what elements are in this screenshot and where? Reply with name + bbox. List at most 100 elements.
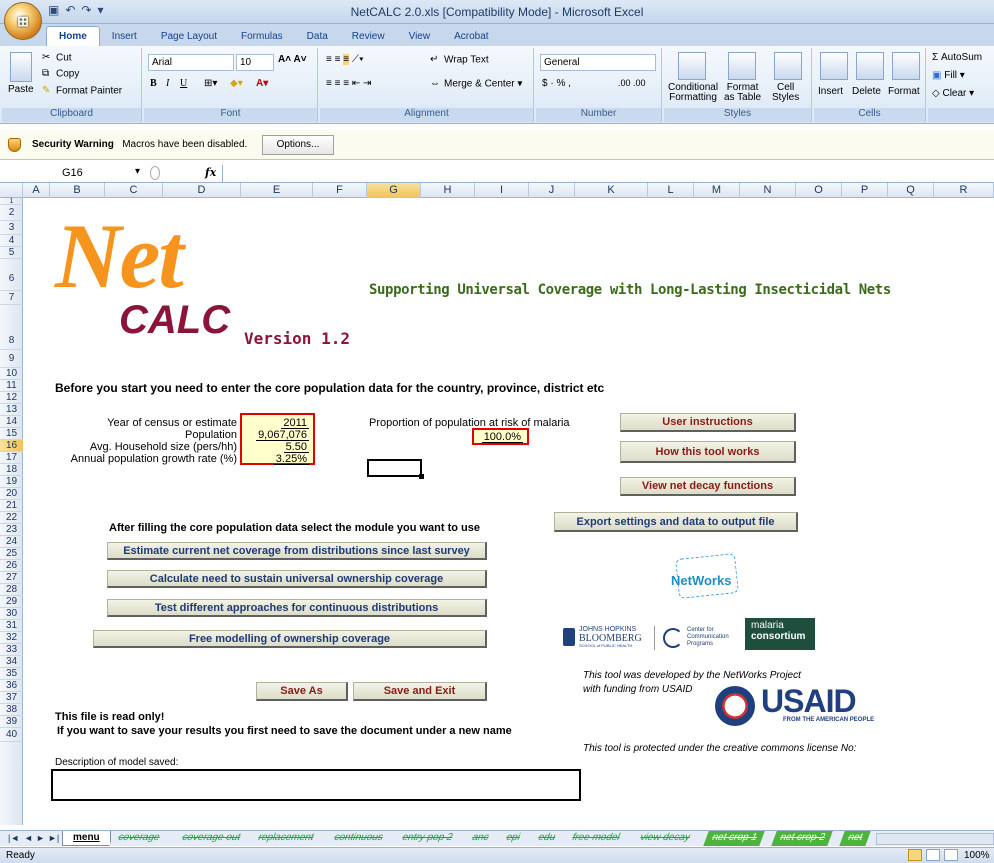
format-table-icon[interactable] xyxy=(728,52,756,80)
column-header[interactable]: H xyxy=(421,183,475,198)
household-value[interactable]: 5.50 xyxy=(283,441,309,453)
first-sheet-icon[interactable]: |◄ xyxy=(8,833,19,843)
cell-styles-icon[interactable] xyxy=(774,52,802,80)
tab-page-layout[interactable]: Page Layout xyxy=(149,27,229,46)
next-sheet-icon[interactable]: ► xyxy=(36,833,45,843)
row-header[interactable]: 27 xyxy=(0,572,23,584)
column-header[interactable]: D xyxy=(163,183,241,198)
risk-value[interactable]: 100.0% xyxy=(481,431,523,443)
row-header[interactable]: 24 xyxy=(0,536,23,548)
tab-acrobat[interactable]: Acrobat xyxy=(442,27,500,46)
borders-icon[interactable]: ⊞▾ xyxy=(204,78,217,89)
row-header[interactable]: 4 xyxy=(0,235,23,247)
name-box[interactable]: G16 xyxy=(38,166,148,182)
export-button[interactable]: Export settings and data to output file xyxy=(554,512,798,532)
row-header[interactable]: 28 xyxy=(0,584,23,596)
column-header[interactable]: B xyxy=(50,183,105,198)
view-decay-button[interactable]: View net decay functions xyxy=(620,477,796,496)
row-header[interactable]: 22 xyxy=(0,512,23,524)
row-header[interactable]: 6 xyxy=(0,259,23,291)
align-left-icon[interactable]: ≡ ≡ ≡ ⇤ ⇥ xyxy=(326,78,371,89)
growth-value[interactable]: 3.25% xyxy=(273,453,309,465)
conditional-formatting-icon[interactable] xyxy=(678,52,706,80)
align-top-icon[interactable]: ≡ ≡ ≡ ⟋▾ xyxy=(326,54,364,65)
row-header[interactable]: 39 xyxy=(0,716,23,728)
row-header[interactable]: 34 xyxy=(0,656,23,668)
tab-home[interactable]: Home xyxy=(46,26,100,46)
sheet-tab[interactable]: coverage xyxy=(109,831,168,846)
decimal-button[interactable]: .00 .00 xyxy=(618,78,646,88)
row-header[interactable]: 30 xyxy=(0,608,23,620)
row-header[interactable]: 32 xyxy=(0,632,23,644)
column-header[interactable]: E xyxy=(241,183,313,198)
row-header[interactable]: 33 xyxy=(0,644,23,656)
row-header[interactable]: 8 xyxy=(0,305,23,350)
font-name-combo[interactable]: Arial xyxy=(148,54,234,71)
row-header[interactable]: 38 xyxy=(0,704,23,716)
tab-formulas[interactable]: Formulas xyxy=(229,27,295,46)
free-modelling-button[interactable]: Free modelling of ownership coverage xyxy=(93,630,487,648)
column-header[interactable]: J xyxy=(529,183,575,198)
sheet-tab[interactable]: entry pop 2 xyxy=(393,831,461,846)
sheet-tab[interactable]: coverage out xyxy=(173,831,249,846)
save-as-button[interactable]: Save As xyxy=(256,682,348,701)
row-header[interactable]: 35 xyxy=(0,668,23,680)
column-header[interactable]: G xyxy=(367,183,421,198)
row-header[interactable]: 19 xyxy=(0,476,23,488)
row-header[interactable]: 5 xyxy=(0,247,23,259)
sheet-tab[interactable]: net crop 2 xyxy=(771,831,834,846)
page-break-view-icon[interactable] xyxy=(944,849,958,861)
grow-font-icon[interactable]: A˄ A˅ xyxy=(278,54,307,65)
user-instructions-button[interactable]: User instructions xyxy=(620,413,796,432)
row-header[interactable]: 18 xyxy=(0,464,23,476)
normal-view-icon[interactable] xyxy=(908,849,922,861)
column-header[interactable]: A xyxy=(23,183,50,198)
column-header[interactable]: M xyxy=(694,183,740,198)
sheet-tab[interactable]: anc xyxy=(463,831,497,846)
sheet-tab[interactable]: replacement xyxy=(249,831,322,846)
underline-button[interactable]: U xyxy=(180,78,187,89)
row-header[interactable]: 23 xyxy=(0,524,23,536)
autosum-button[interactable]: Σ AutoSum xyxy=(932,52,982,63)
row-header[interactable]: 36 xyxy=(0,680,23,692)
format-as-table-button[interactable]: Format as Table xyxy=(724,83,761,103)
year-value[interactable]: 2011 xyxy=(281,417,309,429)
currency-button[interactable]: $ · % , xyxy=(542,78,571,89)
column-header[interactable]: C xyxy=(105,183,163,198)
sheet-tab[interactable]: free model xyxy=(563,831,628,846)
select-all-corner[interactable] xyxy=(0,183,23,198)
sheet-tab[interactable]: epi xyxy=(497,831,529,846)
paste-icon[interactable] xyxy=(10,52,32,82)
row-header[interactable]: 31 xyxy=(0,620,23,632)
row-header[interactable]: 3 xyxy=(0,221,23,235)
number-format-combo[interactable]: General xyxy=(540,54,656,71)
row-header[interactable]: 7 xyxy=(0,291,23,305)
row-header[interactable]: 25 xyxy=(0,548,23,560)
cell-styles-button[interactable]: Cell Styles xyxy=(772,83,799,103)
column-header[interactable]: L xyxy=(648,183,694,198)
font-size-combo[interactable]: 10 xyxy=(236,54,274,71)
namebox-dropdown-icon[interactable]: ▾ xyxy=(135,166,140,177)
column-header[interactable]: P xyxy=(842,183,888,198)
paste-button[interactable]: Paste xyxy=(8,84,34,95)
insert-function-icon[interactable]: fx xyxy=(205,166,216,179)
sheet-tab-menu[interactable]: menu xyxy=(62,831,111,846)
calculate-need-button[interactable]: Calculate need to sustain universal owne… xyxy=(107,570,487,588)
row-header[interactable]: 15 xyxy=(0,428,23,440)
population-value[interactable]: 9,067,076 xyxy=(256,429,309,441)
column-header[interactable]: I xyxy=(475,183,529,198)
options-button[interactable]: Options... xyxy=(262,135,334,155)
formula-input[interactable] xyxy=(222,165,994,183)
clear-button[interactable]: ◇ Clear ▾ xyxy=(932,88,974,99)
conditional-formatting-button[interactable]: Conditional Formatting xyxy=(668,83,718,103)
column-header[interactable]: F xyxy=(313,183,367,198)
column-header[interactable]: O xyxy=(796,183,842,198)
sheet-tab[interactable]: net crop 1 xyxy=(703,831,766,846)
format-painter-button[interactable]: ✎ Format Painter xyxy=(42,85,122,97)
description-box[interactable] xyxy=(51,769,581,801)
row-header[interactable]: 1 xyxy=(0,198,23,205)
row-header[interactable]: 13 xyxy=(0,404,23,416)
row-header[interactable]: 20 xyxy=(0,488,23,500)
column-header[interactable]: K xyxy=(575,183,648,198)
format-cells-icon[interactable] xyxy=(892,52,920,80)
